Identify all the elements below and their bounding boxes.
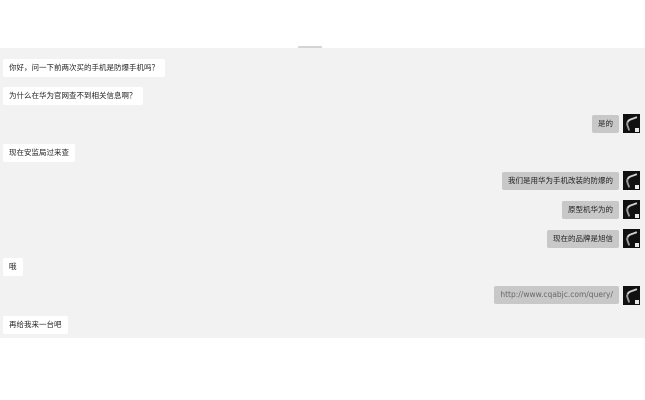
message-bubble-incoming: 为什么在华为官网查不到相关信息啊？	[3, 87, 143, 105]
avatar[interactable]	[623, 286, 640, 305]
chat-history-panel[interactable]: 你好，问一下前两次买的手机是防爆手机吗？ 为什么在华为官网查不到相关信息啊？ 是…	[0, 48, 645, 338]
avatar[interactable]	[623, 171, 640, 190]
message-bubble-outgoing: 现在的品牌是旭信	[547, 230, 619, 248]
avatar[interactable]	[623, 200, 640, 219]
message-link[interactable]: http://www.cqabjc.com/query/	[494, 286, 619, 304]
avatar-badge-icon	[635, 243, 639, 247]
message-bubble-incoming: 你好，问一下前两次买的手机是防爆手机吗？	[3, 59, 165, 77]
avatar[interactable]	[623, 114, 640, 133]
message-bubble-incoming: 哦	[3, 258, 23, 276]
avatar-badge-icon	[635, 300, 639, 304]
message-bubble-outgoing: 原型机华为的	[562, 201, 619, 219]
message-bubble-incoming: 再给我来一台吧	[3, 316, 68, 334]
message-bubble-incoming: 现在安监局过来查	[3, 144, 75, 162]
avatar[interactable]	[623, 229, 640, 248]
message-bubble-outgoing: 我们是用华为手机改装的防爆的	[502, 172, 619, 190]
avatar-badge-icon	[635, 128, 639, 132]
avatar-badge-icon	[635, 185, 639, 189]
message-bubble-outgoing: 是的	[592, 115, 619, 133]
avatar-badge-icon	[635, 214, 639, 218]
